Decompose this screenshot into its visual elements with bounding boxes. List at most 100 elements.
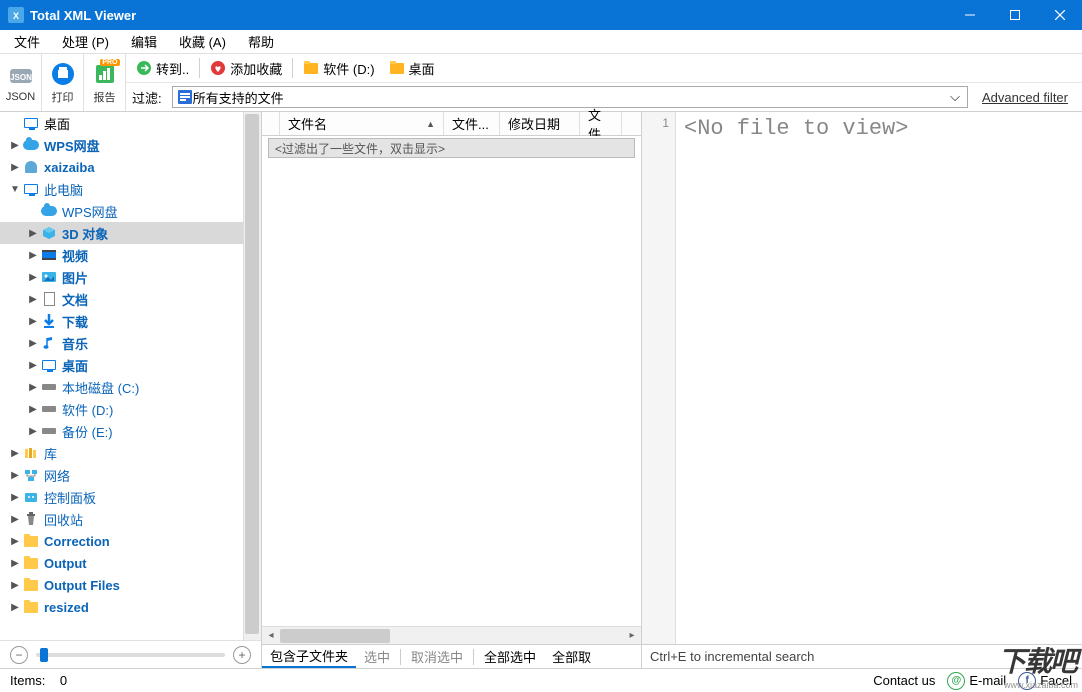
tab-2[interactable]: 取消选中 — [403, 645, 471, 668]
tree-node-WPS网盘[interactable]: ▶WPS网盘 — [0, 134, 261, 156]
tree-node-图片[interactable]: ▶ 图片 — [0, 266, 261, 288]
tree-node-桌面[interactable]: 桌面 — [0, 112, 261, 134]
column-check[interactable] — [262, 112, 280, 135]
expand-icon[interactable]: ▶ — [26, 424, 40, 438]
zoom-slider[interactable] — [36, 653, 225, 657]
tree-node-WPS网盘[interactable]: WPS网盘 — [0, 200, 261, 222]
tree-label: 本地磁盘 (C:) — [62, 378, 139, 397]
contact-us-label: Contact us — [873, 673, 935, 688]
tree-node-回收站[interactable]: ▶回收站 — [0, 508, 261, 530]
tree-node-Correction[interactable]: ▶Correction — [0, 530, 261, 552]
expand-icon[interactable]: ▶ — [8, 446, 22, 460]
separator — [292, 58, 293, 78]
tree-label: 备份 (E:) — [62, 422, 113, 441]
zoom-handle[interactable] — [40, 648, 48, 662]
tree-node-音乐[interactable]: ▶音乐 — [0, 332, 261, 354]
zoom-out-button[interactable]: − — [10, 646, 28, 664]
tab-3[interactable]: 全部选中 — [476, 645, 544, 668]
tree-node-xaizaiba[interactable]: ▶xaizaiba — [0, 156, 261, 178]
advanced-filter-link[interactable]: Advanced filter — [974, 90, 1076, 105]
expand-icon[interactable]: ▶ — [26, 402, 40, 416]
expand-icon[interactable]: ▼ — [8, 182, 22, 196]
expand-icon[interactable]: ▶ — [8, 600, 22, 614]
expand-icon[interactable]: ▶ — [8, 556, 22, 570]
tab-4[interactable]: 全部取 — [544, 645, 599, 668]
expand-icon[interactable]: ▶ — [8, 160, 22, 174]
maximize-button[interactable] — [992, 0, 1037, 30]
tab-1[interactable]: 选中 — [356, 645, 398, 668]
tree-node-Output[interactable]: ▶Output — [0, 552, 261, 574]
menu-file[interactable]: 文件 — [8, 30, 46, 53]
zoom-in-button[interactable]: + — [233, 646, 251, 664]
scroll-thumb[interactable] — [280, 629, 390, 643]
tree-node-库[interactable]: ▶库 — [0, 442, 261, 464]
image-icon — [40, 269, 58, 285]
close-button[interactable] — [1037, 0, 1082, 30]
toolbar-json-button[interactable]: JSON JSON — [0, 54, 42, 111]
column-文件...[interactable]: 文件... — [444, 112, 500, 135]
expand-icon[interactable]: ▶ — [26, 380, 40, 394]
tree-node-视频[interactable]: ▶ 视频 — [0, 244, 261, 266]
tree-label: 图片 — [62, 268, 88, 287]
scroll-right-button[interactable]: ▸ — [623, 627, 641, 645]
expand-icon[interactable]: ▶ — [26, 292, 40, 306]
toolbar-report-button[interactable]: PRO 报告 — [84, 54, 126, 111]
expand-icon[interactable]: ▶ — [26, 336, 40, 350]
filelist-header: 文件名▲文件...修改日期文件 — [262, 112, 641, 136]
expand-icon[interactable] — [8, 116, 22, 130]
toolbar-goto-button[interactable]: 转到.. — [132, 57, 193, 80]
toolbar-addfav-button[interactable]: 添加收藏 — [206, 57, 286, 80]
toolbar-print-button[interactable]: 打印 — [42, 54, 84, 111]
menu-process[interactable]: 处理 (P) — [56, 30, 115, 53]
tree-node-resized[interactable]: ▶resized — [0, 596, 261, 618]
toolbar-fav-desktop[interactable]: 桌面 — [385, 57, 439, 80]
tree-node-桌面[interactable]: ▶桌面 — [0, 354, 261, 376]
tree-node-Output Files[interactable]: ▶Output Files — [0, 574, 261, 596]
expand-icon[interactable] — [26, 204, 40, 218]
expand-icon[interactable]: ▶ — [26, 270, 40, 284]
tree-node-备份 (E:)[interactable]: ▶ 备份 (E:) — [0, 420, 261, 442]
minimize-button[interactable] — [947, 0, 992, 30]
expand-icon[interactable]: ▶ — [8, 512, 22, 526]
tree-node-3D 对象[interactable]: ▶3D 对象 — [0, 222, 261, 244]
tree-node-本地磁盘 (C:)[interactable]: ▶ 本地磁盘 (C:) — [0, 376, 261, 398]
email-link[interactable]: @E-mail — [947, 672, 1006, 690]
expand-icon[interactable]: ▶ — [26, 358, 40, 372]
expand-icon[interactable]: ▶ — [26, 226, 40, 240]
tree-node-网络[interactable]: ▶网络 — [0, 464, 261, 486]
filter-combo[interactable]: 所有支持的文件 ⌵ — [172, 86, 968, 108]
expand-icon[interactable]: ▶ — [8, 468, 22, 482]
tree-node-控制面板[interactable]: ▶控制面板 — [0, 486, 261, 508]
filelist-hscrollbar[interactable]: ◂ ▸ — [262, 626, 641, 644]
facebook-icon: f — [1018, 672, 1036, 690]
chevron-down-icon[interactable]: ⌵ — [947, 89, 963, 105]
expand-icon[interactable]: ▶ — [8, 138, 22, 152]
tree-node-此电脑[interactable]: ▼此电脑 — [0, 178, 261, 200]
expand-icon[interactable]: ▶ — [26, 314, 40, 328]
filelist-body[interactable]: <过滤出了一些文件，双击显示> — [262, 136, 641, 626]
expand-icon[interactable]: ▶ — [8, 490, 22, 504]
filter-hidden-row[interactable]: <过滤出了一些文件，双击显示> — [268, 138, 635, 158]
column-文件[interactable]: 文件 — [580, 112, 622, 135]
expand-icon[interactable]: ▶ — [26, 248, 40, 262]
folder-tree[interactable]: 桌面▶WPS网盘▶xaizaiba▼此电脑WPS网盘▶3D 对象▶视频▶图片▶文… — [0, 112, 261, 640]
tab-0[interactable]: 包含子文件夹 — [262, 645, 356, 668]
column-文件名[interactable]: 文件名▲ — [280, 112, 444, 135]
column-修改日期[interactable]: 修改日期 — [500, 112, 580, 135]
tree-node-文档[interactable]: ▶文档 — [0, 288, 261, 310]
menu-favorites[interactable]: 收藏 (A) — [173, 30, 232, 53]
tree-node-下载[interactable]: ▶下载 — [0, 310, 261, 332]
tree-scrollbar[interactable] — [243, 112, 261, 640]
menu-edit[interactable]: 编辑 — [125, 30, 163, 53]
preview-body: 1 <No file to view> — [642, 112, 1082, 644]
menu-help[interactable]: 帮助 — [242, 30, 280, 53]
expand-icon[interactable]: ▶ — [8, 534, 22, 548]
expand-icon[interactable]: ▶ — [8, 578, 22, 592]
tree-node-软件 (D:)[interactable]: ▶软件 (D:) — [0, 398, 261, 420]
scrollbar-thumb[interactable] — [245, 114, 259, 634]
toolbar-fav-software[interactable]: 软件 (D:) — [299, 57, 378, 80]
tree-label: 视频 — [62, 246, 88, 265]
scroll-track[interactable] — [280, 629, 623, 643]
facebook-link[interactable]: fFacel — [1018, 672, 1072, 690]
scroll-left-button[interactable]: ◂ — [262, 627, 280, 645]
